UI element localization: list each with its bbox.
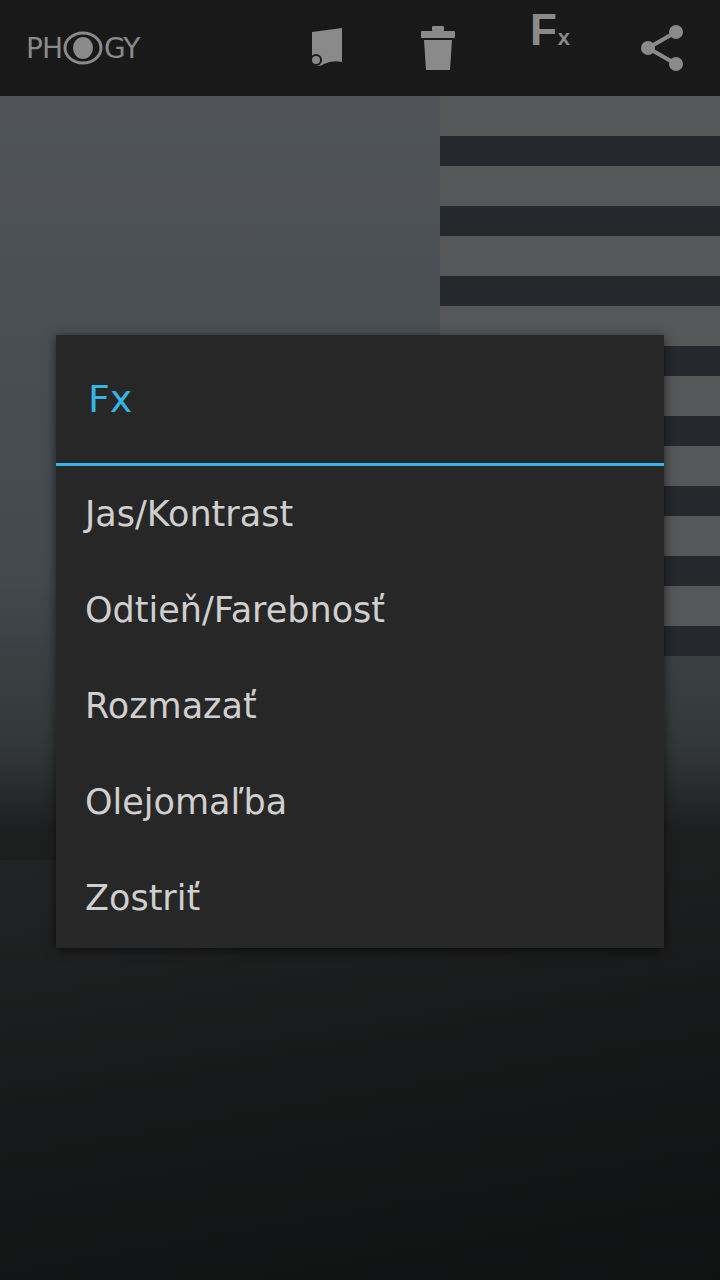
delete-button[interactable] [382,0,494,96]
share-icon [638,24,686,72]
title-divider [56,463,664,466]
scroll-icon [302,24,350,72]
lens-icon [63,31,103,65]
app-bar: PHGY Fx [0,0,720,96]
logo: PHGY [26,31,139,65]
dialog-item[interactable]: Olejomaľba [56,754,664,850]
trash-icon [418,24,458,72]
fx-button[interactable]: Fx [494,0,606,96]
dialog-item[interactable]: Jas/Kontrast [56,466,664,562]
share-button[interactable] [606,0,718,96]
fx-dialog: FxJas/KontrastOdtieň/FarebnosťRozmazaťOl… [56,335,664,948]
photo-area: FxJas/KontrastOdtieň/FarebnosťRozmazaťOl… [0,96,720,1280]
dialog-title: Fx [56,335,664,463]
dialog-item[interactable]: Rozmazať [56,658,664,754]
dialog-item[interactable]: Odtieň/Farebnosť [56,562,664,658]
screen: PHGYFxFxJas/KontrastOdtieň/FarebnosťRozm… [0,0,720,1280]
gallery-button[interactable] [270,0,382,96]
dialog-item[interactable]: Zostriť [56,850,664,946]
